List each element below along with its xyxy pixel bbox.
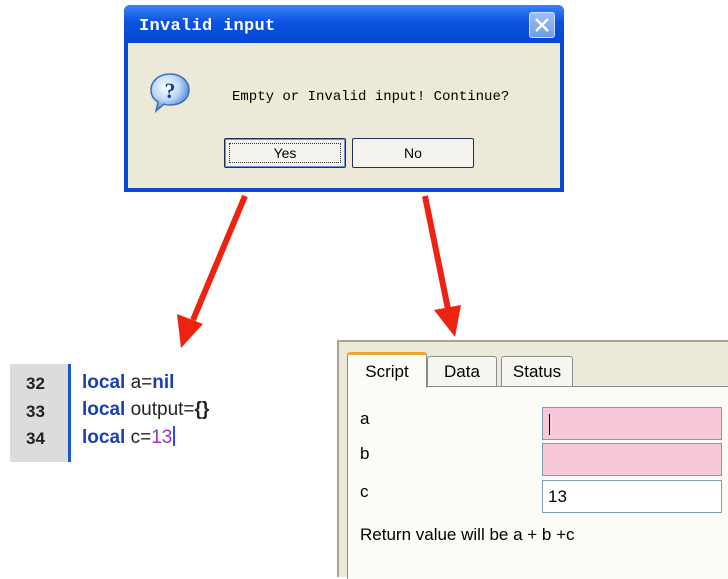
code-line[interactable]: local output={} [82, 399, 209, 421]
tab-status[interactable]: Status [501, 356, 573, 386]
text-cursor [173, 426, 176, 446]
keyword: local [82, 372, 126, 393]
line-number-gutter: 32 33 34 [10, 364, 68, 462]
table-literal: {} [194, 399, 210, 420]
field-input-a[interactable] [542, 407, 722, 440]
keyword: local [82, 399, 126, 420]
field-label-a: a [360, 409, 370, 428]
code-text: output= [125, 399, 195, 420]
tab-script[interactable]: Script [347, 352, 427, 388]
field-label-b: b [360, 444, 370, 463]
code-line[interactable]: local c=13 [82, 426, 176, 449]
script-tab-content: a b c 13 Return value will be a + b +c [347, 386, 728, 579]
field-value: 13 [548, 487, 567, 506]
code-line[interactable]: local a=nil [82, 372, 174, 394]
keyword: nil [152, 372, 175, 393]
script-panel: Script Data Status a b c 13 Return value… [337, 340, 728, 579]
code-editor-snippet: 32 33 34 local a=nil local output={} loc… [10, 364, 270, 464]
field-input-b[interactable] [542, 443, 722, 476]
arrow-to-code [177, 194, 248, 348]
tab-label: Script [365, 361, 409, 381]
number-literal: 13 [151, 427, 173, 448]
code-text: a= [125, 372, 153, 393]
line-number: 33 [26, 402, 45, 421]
code-text: c= [125, 427, 152, 448]
tab-label: Data [444, 361, 480, 381]
line-number: 32 [26, 374, 45, 393]
keyword: local [82, 427, 126, 448]
field-input-c[interactable]: 13 [542, 480, 722, 513]
tab-label: Status [512, 361, 562, 381]
field-label-c: c [360, 482, 369, 501]
arrow-to-panel [422, 195, 461, 337]
gutter-separator [68, 364, 71, 462]
tab-data[interactable]: Data [427, 356, 497, 386]
return-value-note: Return value will be a + b +c [360, 525, 575, 544]
line-number: 34 [26, 429, 45, 448]
text-cursor [549, 414, 550, 435]
